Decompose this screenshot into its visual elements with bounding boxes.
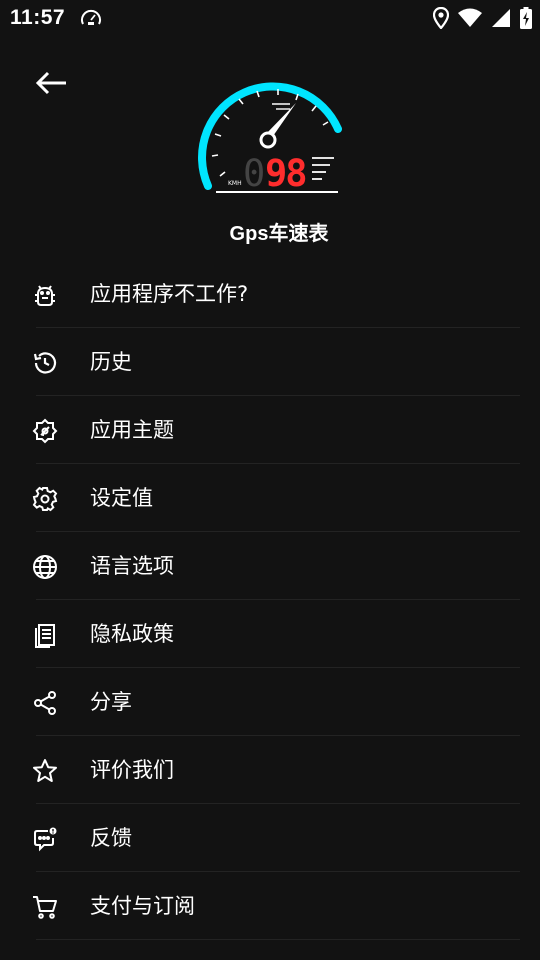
divider — [36, 939, 520, 940]
menu-item-label: 应用主题 — [90, 418, 174, 442]
menu-item-language[interactable]: 语言选项 — [0, 532, 540, 600]
menu-item-rate-us[interactable]: 评价我们 — [0, 736, 540, 804]
menu-item-label: 支付与订阅 — [90, 894, 195, 918]
star-icon — [32, 758, 58, 784]
cart-icon — [32, 894, 58, 920]
menu-item-label: 反馈 — [90, 826, 132, 850]
menu-item-label: 语言选项 — [90, 554, 174, 578]
document-icon — [32, 622, 58, 648]
logo-unit: KMH — [228, 180, 242, 187]
menu-item-label: 应用程序不工作? — [90, 282, 249, 306]
battery-icon — [520, 7, 532, 29]
back-button[interactable] — [34, 68, 70, 98]
globe-icon — [32, 554, 58, 580]
menu-item-label: 设定值 — [90, 486, 153, 510]
menu-item-label: 分享 — [90, 690, 132, 714]
menu-item-privacy-policy[interactable]: 隐私政策 — [0, 600, 540, 668]
menu-item-app-theme[interactable]: 应用主题 — [0, 396, 540, 464]
menu-item-settings[interactable]: 设定值 — [0, 464, 540, 532]
menu-item-app-not-working[interactable]: 应用程序不工作? — [0, 260, 540, 328]
menu-item-label: 历史 — [90, 350, 132, 374]
location-icon — [433, 7, 449, 29]
app-title: Gps车速表 — [229, 223, 329, 245]
app-logo: KMH 0 98 — [190, 66, 350, 198]
menu-item-history[interactable]: 历史 — [0, 328, 540, 396]
feedback-icon — [32, 826, 58, 852]
status-time: 11:57 — [10, 6, 66, 29]
share-icon — [32, 690, 58, 716]
android-bug-icon — [32, 282, 58, 308]
menu-item-label: 评价我们 — [90, 758, 174, 782]
settings-menu: 应用程序不工作? 历史 应用主题 设定值 语言选项 隐私政策 分享 评价我们 反… — [0, 260, 540, 940]
status-bar: 11:57 — [0, 0, 540, 36]
wifi-icon — [458, 8, 482, 28]
logo-speed-faded: 0 — [243, 152, 265, 195]
signal-icon — [491, 8, 511, 28]
menu-item-share[interactable]: 分享 — [0, 668, 540, 736]
settings-gear-icon — [32, 486, 58, 512]
menu-item-feedback[interactable]: 反馈 — [0, 804, 540, 872]
menu-item-payment-subscription[interactable]: 支付与订阅 — [0, 872, 540, 940]
history-icon — [32, 350, 58, 376]
speedometer-icon — [80, 8, 102, 28]
logo-speed: 98 — [265, 152, 306, 195]
theme-badge-icon — [32, 418, 58, 444]
menu-item-label: 隐私政策 — [90, 622, 174, 646]
back-arrow-icon — [34, 68, 70, 98]
